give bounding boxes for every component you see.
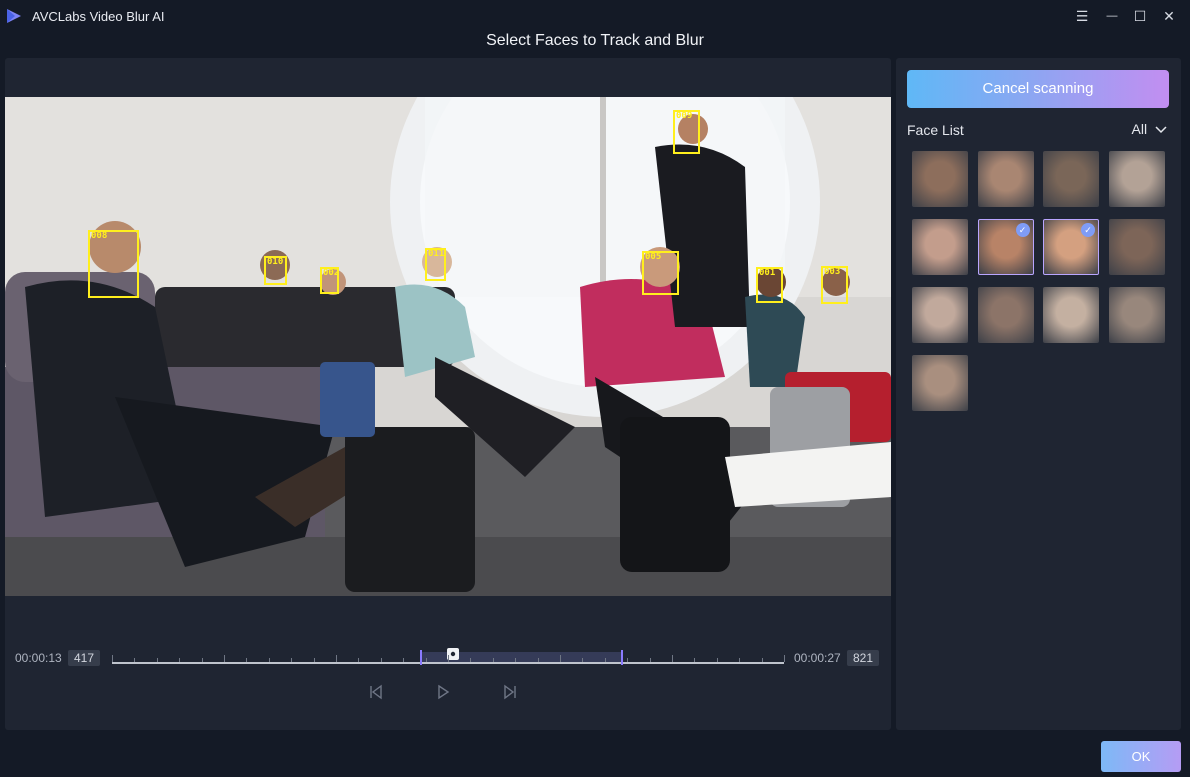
face-thumbnail[interactable] — [977, 287, 1034, 343]
timeline-tick — [492, 658, 494, 662]
face-thumbnail[interactable] — [912, 219, 968, 275]
timeline-tick — [313, 658, 315, 662]
face-box[interactable]: 005 — [642, 251, 679, 295]
maximize-icon[interactable]: ☐ — [1129, 6, 1151, 26]
face-thumbnail[interactable] — [912, 355, 968, 411]
timeline-tick — [470, 658, 472, 662]
face-box[interactable]: 003 — [821, 266, 848, 304]
skip-forward-icon[interactable] — [500, 682, 520, 702]
check-icon: ✓ — [1015, 223, 1030, 237]
face-thumbnail[interactable] — [1108, 287, 1165, 343]
timeline-tick — [515, 658, 517, 662]
video-preview[interactable]: 008 010 002 011 005 009 001 003 — [5, 97, 891, 596]
timeline-track[interactable] — [112, 648, 785, 666]
range-start-handle[interactable] — [420, 650, 422, 665]
face-box-label: 005 — [645, 252, 662, 262]
menu-icon[interactable]: ☰ — [1071, 6, 1093, 26]
start-time: 00:00:13 — [15, 651, 62, 665]
ok-button[interactable]: OK — [1101, 741, 1181, 772]
timeline-tick — [761, 658, 763, 662]
timeline-tick — [268, 658, 270, 662]
face-box-label: 011 — [428, 249, 445, 259]
minimize-icon[interactable]: — — [1101, 6, 1123, 26]
face-thumbnail[interactable]: ✓ — [977, 219, 1034, 275]
timeline-tick — [627, 658, 629, 662]
timeline-tick — [716, 658, 718, 662]
end-frame-field[interactable]: 821 — [847, 650, 880, 666]
timeline-tick — [201, 658, 203, 662]
timeline-tick — [403, 658, 405, 662]
face-box[interactable]: 011 — [425, 248, 446, 281]
timeline-tick — [179, 658, 181, 662]
app-logo-icon — [7, 9, 21, 23]
timeline-tick — [784, 655, 785, 662]
face-box-label: 002 — [323, 268, 340, 278]
face-thumbnail[interactable] — [1043, 151, 1099, 207]
page-title: Select Faces to Track and Blur — [486, 32, 704, 49]
video-panel: 008 010 002 011 005 009 001 003 00:00:13… — [5, 58, 891, 730]
face-box[interactable]: 002 — [320, 267, 339, 294]
timeline-tick — [739, 658, 741, 662]
start-frame-field[interactable]: 417 — [68, 650, 101, 666]
face-box[interactable]: 009 — [673, 110, 700, 154]
face-thumbnail[interactable] — [912, 287, 968, 343]
close-icon[interactable]: ✕ — [1158, 6, 1180, 26]
timeline-tick — [112, 655, 113, 662]
face-thumbnail[interactable] — [1108, 151, 1165, 207]
face-box-label: 008 — [91, 231, 108, 241]
title-bar: AVCLabs Video Blur AI ☰ — ☐ ✕ — [0, 0, 1190, 32]
face-thumbnail[interactable] — [912, 151, 968, 207]
timeline-tick — [604, 658, 606, 662]
timeline-tick — [246, 658, 248, 662]
timeline-tick — [537, 658, 539, 662]
chevron-down-icon — [1155, 126, 1167, 134]
face-thumbnail[interactable]: ✓ — [1043, 219, 1099, 275]
timeline-tick — [694, 658, 696, 662]
face-thumbnail[interactable] — [977, 151, 1034, 207]
timeline-tick — [336, 655, 337, 662]
timeline-tick — [448, 655, 449, 662]
check-icon: ✓ — [1081, 223, 1095, 237]
cancel-scanning-button[interactable]: Cancel scanning — [907, 70, 1169, 108]
face-list-panel: Cancel scanning Face List All ✓ ✓ — [896, 58, 1181, 730]
timeline-tick — [134, 658, 136, 662]
face-filter-dropdown[interactable]: All — [1132, 121, 1167, 137]
timeline-tick — [582, 658, 584, 662]
face-thumbnail[interactable] — [1108, 219, 1165, 275]
skip-back-icon[interactable] — [366, 682, 386, 702]
face-box[interactable]: 010 — [264, 256, 287, 285]
face-box-label: 001 — [759, 268, 776, 278]
face-box-label: 010 — [267, 257, 284, 267]
timeline-tick — [425, 658, 427, 662]
face-filter-value: All — [1131, 121, 1148, 137]
timeline-tick — [380, 658, 382, 662]
timeline-tick — [672, 655, 673, 662]
timeline-tick — [560, 655, 561, 662]
face-thumbnail[interactable] — [1043, 287, 1099, 343]
face-box[interactable]: 001 — [756, 267, 783, 303]
end-time: 00:00:27 — [794, 651, 841, 665]
timeline-tick — [358, 658, 360, 662]
app-title: AVCLabs Video Blur AI — [32, 9, 165, 24]
play-icon[interactable] — [433, 682, 453, 702]
face-box-label: 009 — [676, 111, 693, 121]
face-box-label: 003 — [824, 267, 841, 277]
timeline-tick — [224, 655, 225, 662]
timeline-tick — [156, 658, 158, 662]
range-end-handle[interactable] — [621, 650, 623, 665]
timeline-tick — [649, 658, 651, 662]
timeline-line — [112, 662, 784, 664]
video-frame-image — [5, 97, 891, 596]
face-box[interactable]: 008 — [88, 230, 139, 298]
timeline-tick — [291, 658, 293, 662]
face-list-label: Face List — [907, 122, 964, 138]
